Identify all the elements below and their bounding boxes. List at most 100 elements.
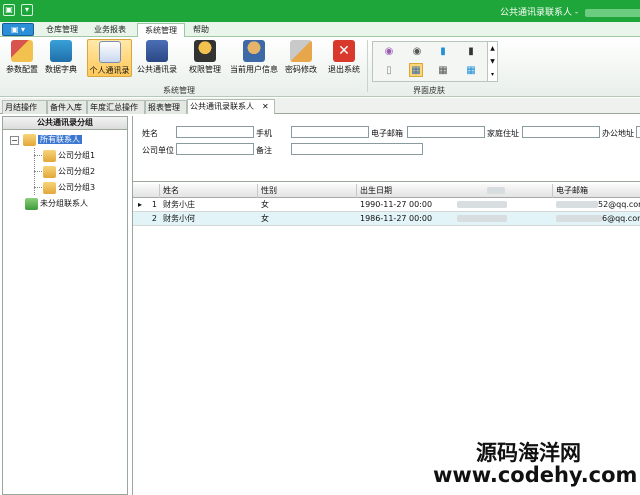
tree-line [34,155,42,156]
personal-contacts-button[interactable]: 个人通讯录 [87,39,132,77]
tree-item-label: 公司分组1 [58,151,96,160]
cell-name[interactable]: 财务小何 [160,212,258,226]
table-row[interactable]: ▸ 1 财务小庄 女 1990-11-27 00:00 52@qq.com [133,198,640,212]
title-bar: ▣ ▾ 公共通讯录联系人 - 样品 [0,0,640,22]
contact-card-icon [98,41,121,63]
current-user-info-label: 当前用户信息 [230,65,278,74]
skin-office-dark-icon[interactable]: ▮ [464,45,478,59]
doctab-annual[interactable]: 年度汇总操作 [87,100,145,114]
redacted-text [457,215,508,222]
column-header-email[interactable]: 电子邮箱 [553,184,640,198]
watermark-url: www.codehy.com [433,463,638,487]
quick-access-toolbar: ▣ ▾ [3,4,33,16]
skin-office-blue-icon[interactable]: ▮ [436,45,450,59]
chevron-up-icon[interactable]: ▲ [488,42,497,55]
row-indicator-header [133,184,160,198]
home-address-label: 家庭住址 [487,129,519,138]
mobile-input[interactable] [291,126,369,138]
users-icon [43,165,56,178]
column-header-name[interactable]: 姓名 [160,184,258,198]
company-input[interactable] [176,143,254,155]
office-address-input[interactable] [636,126,640,138]
doctab-parts-in[interactable]: 备件入库 [47,100,87,114]
tree-item-group-1[interactable]: 公司分组1 [43,149,95,163]
email-input[interactable] [407,126,485,138]
window-title-text: 公共通讯录联系人 - [500,8,581,18]
group-label-system: 系统管理 [163,86,195,95]
public-contacts-button[interactable]: 公共通讯录 [135,39,179,77]
param-config-button[interactable]: 参数配置 [3,39,41,77]
quick-access-dropdown-icon[interactable]: ▾ [21,4,33,16]
tree-item-group-3[interactable]: 公司分组3 [43,181,95,195]
cell-gender[interactable]: 女 [258,212,357,226]
skin-gray-icon[interactable]: ▦ [436,64,450,78]
change-password-button[interactable]: 密码修改 [283,39,319,77]
doctab-public-contacts[interactable]: 公共通讯录联系人 ✕ [187,99,275,114]
expand-gallery-icon[interactable]: ▾ [488,68,497,81]
skin-office-purple-icon[interactable]: ◉ [382,45,396,59]
skin-office-silver-icon[interactable]: ▯ [382,64,396,78]
cell-email[interactable]: 6@qq.com [553,212,640,226]
tree-item-group-2[interactable]: 公司分组2 [43,165,95,179]
table-row[interactable]: 2 财务小何 女 1986-11-27 00:00 6@qq.com [133,212,640,226]
app-icon[interactable]: ▣ [3,4,15,16]
exit-icon: ✕ [333,40,355,62]
doctab-monthly[interactable]: 月结操作 [2,100,47,114]
name-label: 姓名 [142,129,158,138]
skin-office-black-icon[interactable]: ◉ [410,45,424,59]
tree-item-ungrouped[interactable]: 未分组联系人 [25,197,88,211]
close-icon[interactable]: ✕ [262,102,269,111]
tree-item-all-contacts[interactable]: 所有联系人 [23,133,82,147]
skin-blue-icon[interactable]: ▦ [464,64,478,78]
change-password-label: 密码修改 [285,65,317,74]
application-menu-button[interactable]: ▣ ▾ [2,23,34,36]
current-row-indicator-icon: ▸ [138,200,143,209]
ribbon-group-separator [367,40,368,92]
column-header-gender[interactable]: 性别 [258,184,357,198]
tab-help[interactable]: 帮助 [189,23,213,37]
user-key-icon [194,40,216,62]
exit-system-label: 退出系统 [328,65,360,74]
exit-system-button[interactable]: ✕ 退出系统 [326,39,362,77]
office-address-label: 办公地址 [602,129,634,138]
data-dictionary-button[interactable]: 数据字典 [43,39,79,77]
doctab-report-mgmt[interactable]: 报表管理 [145,100,187,114]
remark-input[interactable] [291,143,423,155]
chevron-down-icon[interactable]: ▼ [488,55,497,68]
contacts-group-icon [23,133,36,146]
cell-email[interactable]: 52@qq.com [553,198,640,212]
tab-system[interactable]: 系统管理 [137,23,185,37]
group-tree-header: 公共通讯录分组 [3,117,127,130]
cell-birth[interactable]: 1986-11-27 00:00 [357,212,553,226]
permission-button[interactable]: 权限管理 [187,39,223,77]
row-number: 1 [151,200,157,209]
skin-gallery: ◉ ◉ ▮ ▮ ▯ ▦ ▦ ▦ ▲ ▼ ▾ [372,41,498,82]
collapse-icon[interactable]: − [10,136,19,145]
doctab-public-contacts-label: 公共通讯录联系人 [190,102,254,111]
column-header-birth-label: 出生日期 [360,186,392,195]
skin-gallery-scrollbar[interactable]: ▲ ▼ ▾ [487,42,497,81]
skin-selected-icon[interactable]: ▦ [409,63,423,77]
tree-item-label: 所有联系人 [38,135,82,144]
home-address-input[interactable] [522,126,600,138]
name-input[interactable] [176,126,254,138]
tab-warehouse[interactable]: 仓库管理 [40,23,84,37]
ribbon: 参数配置 数据字典 个人通讯录 公共通讯录 权限管理 当前用户信息 密码修改 ✕… [0,37,640,97]
user-icon [25,197,38,210]
redacted-text [584,8,640,17]
cell-gender[interactable]: 女 [258,198,357,212]
column-header-birth[interactable]: 出生日期 [357,184,553,198]
user-info-icon [243,40,265,62]
redacted-text [556,215,602,222]
cell-name[interactable]: 财务小庄 [160,198,258,212]
key-icon [290,40,312,62]
current-user-info-button[interactable]: 当前用户信息 [226,39,282,77]
email-label: 电子邮箱 [371,129,403,138]
tab-reports[interactable]: 业务报表 [88,23,132,37]
grid-header: 姓名 性别 出生日期 电子邮箱 [133,184,640,198]
group-label-skin: 界面皮肤 [413,86,445,95]
users-icon [43,149,56,162]
public-contacts-label: 公共通讯录 [137,65,177,74]
cell-birth[interactable]: 1990-11-27 00:00 [357,198,553,212]
cell-email-text: 52@qq.com [598,200,640,209]
